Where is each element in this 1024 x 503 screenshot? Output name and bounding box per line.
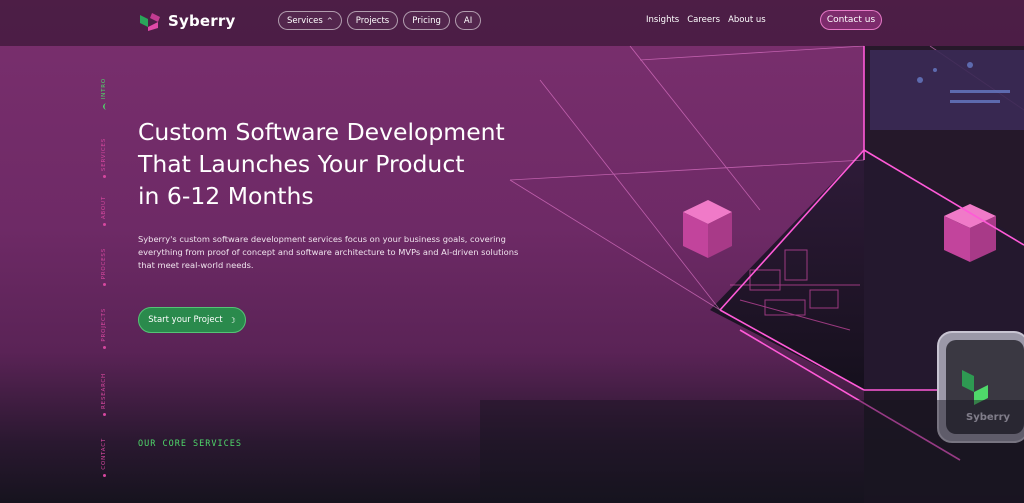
- dot-icon: [102, 283, 106, 287]
- sidenav-item-about[interactable]: ABOUT: [96, 196, 112, 227]
- sidenav-label: CONTACT: [101, 438, 107, 470]
- sidenav-label: PROJECTS: [101, 308, 107, 342]
- hero-description: Syberry's custom software development se…: [138, 234, 519, 270]
- dot-icon: [102, 175, 106, 179]
- link-insights[interactable]: Insights: [646, 15, 679, 25]
- sidenav-label: RESEARCH: [101, 373, 107, 409]
- section-sidenav: INTRO SERVICES ABOUT PROCESS PROJECTS RE…: [96, 78, 112, 478]
- sidenav-label: PROCESS: [101, 248, 107, 280]
- nav-ai-button[interactable]: AI: [454, 11, 482, 30]
- core-services-heading: OUR CORE SERVICES: [138, 439, 242, 449]
- nav-services-button[interactable]: Services ^: [278, 11, 342, 30]
- sidenav-item-services[interactable]: SERVICES: [96, 138, 112, 179]
- headline-line: Custom Software Development: [138, 118, 505, 146]
- sidenav-item-contact[interactable]: CONTACT: [96, 438, 112, 477]
- brand-logo[interactable]: Syberry: [138, 11, 235, 31]
- contact-us-button[interactable]: Contact us: [820, 10, 882, 30]
- nav-pricing-button[interactable]: Pricing: [403, 11, 450, 30]
- brand-name: Syberry: [168, 12, 236, 30]
- sidenav-label: SERVICES: [101, 138, 107, 172]
- cta-label: Start your Project: [148, 315, 223, 325]
- link-careers[interactable]: Careers: [687, 15, 720, 25]
- crescent-arrow-icon: ☽: [228, 315, 236, 325]
- sidenav-item-process[interactable]: PROCESS: [96, 248, 112, 287]
- dot-icon: [102, 223, 106, 227]
- main-nav: Services ^ Projects Pricing AI: [278, 11, 482, 30]
- sidenav-item-research[interactable]: RESEARCH: [96, 373, 112, 416]
- nav-label: Projects: [355, 15, 390, 26]
- nav-label: AI: [463, 15, 473, 26]
- hero-illustration: Syberry: [480, 45, 1024, 503]
- sidenav-label: ABOUT: [101, 196, 107, 220]
- start-project-button[interactable]: Start your Project ☽: [138, 307, 246, 333]
- leaf-icon: [102, 103, 106, 111]
- top-links: Insights Careers About us: [646, 15, 766, 25]
- headline-line: That Launches Your Product: [138, 150, 465, 178]
- dot-icon: [102, 412, 106, 416]
- nav-label: Services: [287, 15, 323, 26]
- link-about-us[interactable]: About us: [728, 15, 766, 25]
- sidenav-label: INTRO: [101, 78, 107, 100]
- dot-icon: [102, 473, 106, 477]
- nav-projects-button[interactable]: Projects: [346, 11, 399, 30]
- headline-line: in 6-12 Months: [138, 182, 314, 210]
- site-header: Syberry Services ^ Projects Pricing AI I…: [0, 0, 1024, 46]
- nav-label: Pricing: [412, 15, 441, 26]
- chevron-up-icon: ^: [326, 16, 333, 25]
- sidenav-item-projects[interactable]: PROJECTS: [96, 308, 112, 349]
- dot-icon: [102, 345, 106, 349]
- sidenav-item-intro[interactable]: INTRO: [96, 78, 112, 111]
- syberry-logo-icon: [140, 13, 160, 31]
- hero-headline: Custom Software Development That Launche…: [138, 116, 518, 212]
